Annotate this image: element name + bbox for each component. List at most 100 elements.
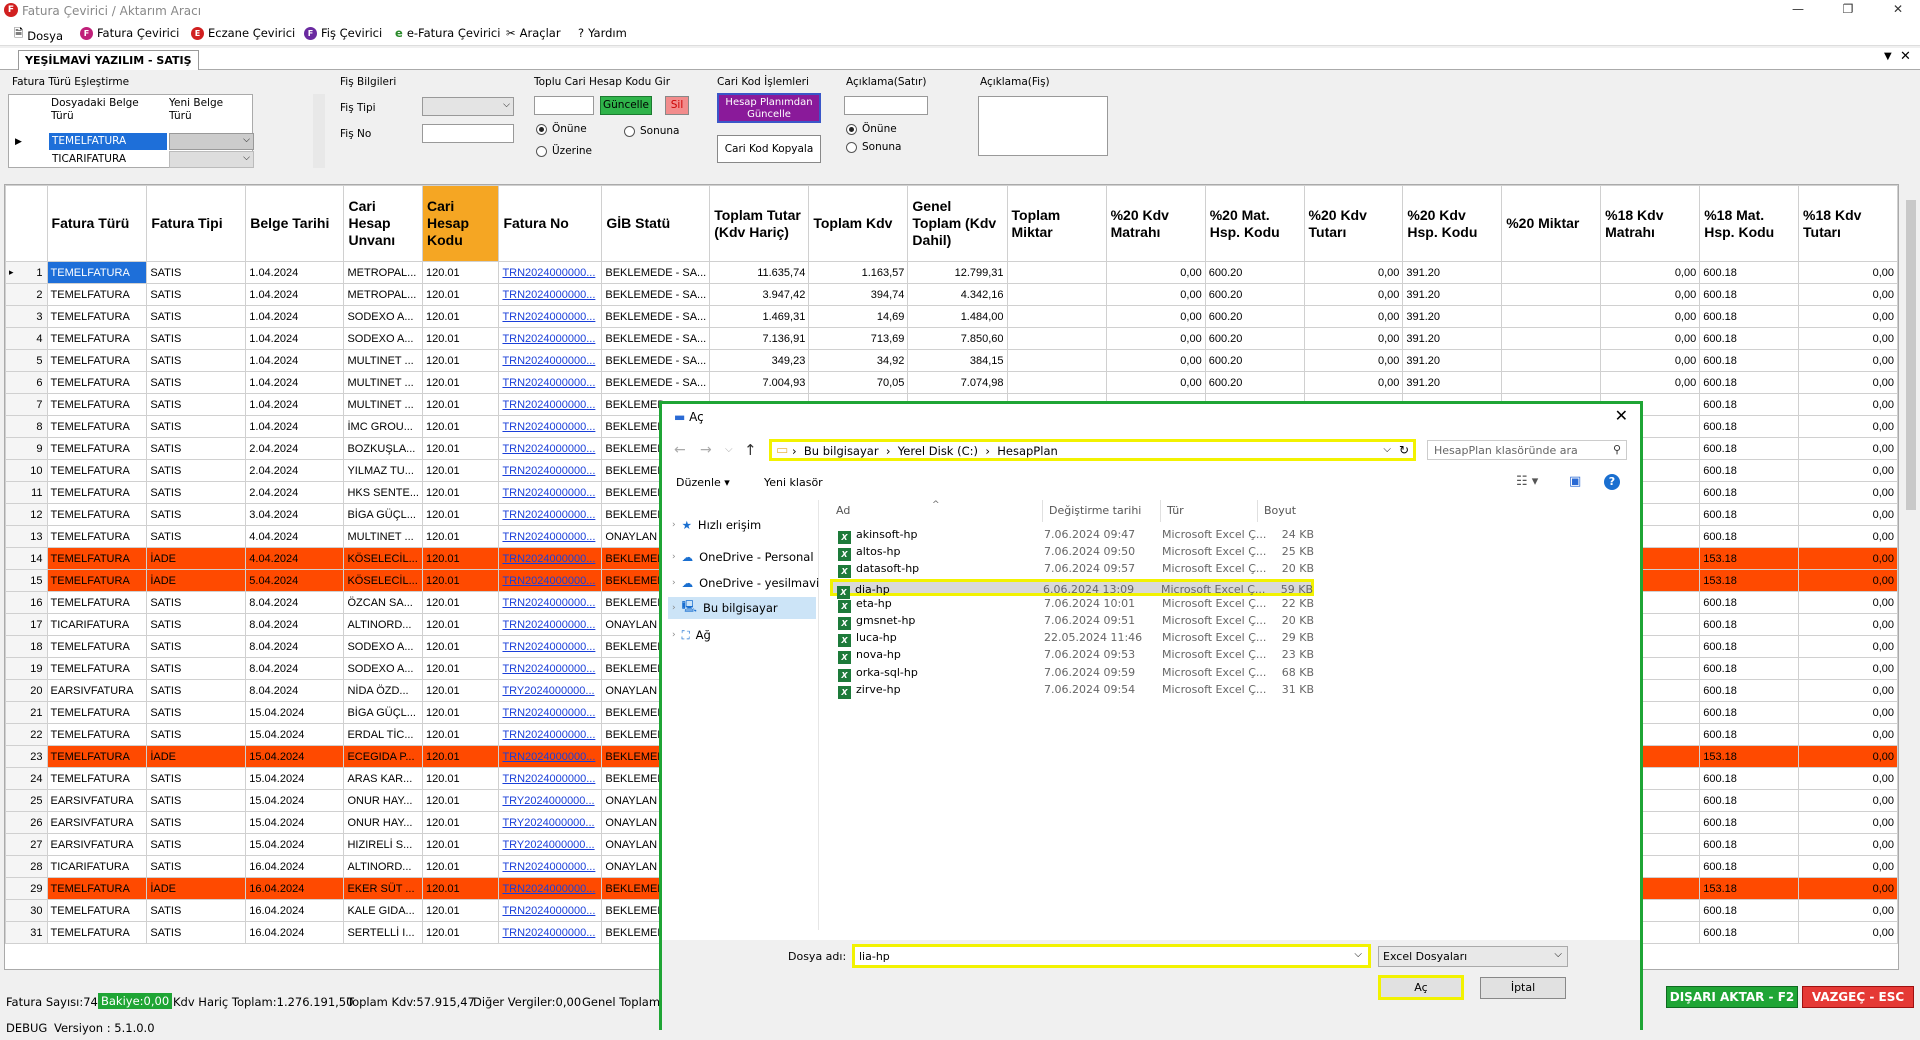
- menu-yardim[interactable]: ? Yardım: [578, 26, 627, 40]
- grid-vertical-scrollbar[interactable]: [1904, 184, 1918, 970]
- guncelle-button[interactable]: Güncelle: [600, 96, 652, 115]
- table-row[interactable]: 4 TEMELFATURA SATIS 1.04.2024 SODEXO A... 120…: [5, 327, 1898, 350]
- column-header[interactable]: Belge Tarihi: [245, 185, 345, 262]
- cari-kod-kopyala-button[interactable]: Cari Kod Kopyala: [717, 135, 821, 163]
- table-cell[interactable]: TRY2024000000...: [498, 679, 603, 702]
- scrollbar-thumb[interactable]: [1906, 200, 1916, 510]
- refresh-icon[interactable]: ↻: [1399, 443, 1409, 457]
- file-row[interactable]: Xakinsoft-hp 7.06.2024 09:47 Microsoft Exc…: [834, 527, 1314, 544]
- col-date[interactable]: Değiştirme tarihi: [1049, 504, 1141, 517]
- yeni-belge-select[interactable]: ⌵: [169, 133, 254, 150]
- hesap-planimdan-guncelle-button[interactable]: Hesap Planımdan Güncelle: [717, 93, 821, 123]
- column-header[interactable]: %20 Kdv Tutarı: [1303, 185, 1404, 262]
- table-cell[interactable]: TRN2024000000...: [498, 305, 603, 328]
- maximize-button[interactable]: ❐: [1833, 2, 1863, 20]
- nav-this-pc[interactable]: › 🖳 Bu bilgisayar: [668, 597, 816, 619]
- table-cell[interactable]: TRN2024000000...: [498, 657, 603, 680]
- forward-arrow-icon[interactable]: →: [700, 442, 712, 458]
- nav-onedrive-business[interactable]: › ☁ OneDrive - yesilmavi: [672, 572, 819, 594]
- preview-pane-icon[interactable]: ▣: [1569, 474, 1581, 489]
- filename-input[interactable]: lia-hp ⌵: [852, 944, 1371, 968]
- menu-e-fatura-cevirici[interactable]: e e-Fatura Çevirici: [395, 26, 500, 40]
- file-row[interactable]: Xnova-hp 7.06.2024 09:53 Microsoft Excel Ç…: [834, 647, 1314, 665]
- back-arrow-icon[interactable]: ←: [674, 442, 686, 458]
- table-cell[interactable]: TRN2024000000...: [498, 349, 603, 372]
- table-cell[interactable]: TRN2024000000...: [498, 921, 603, 944]
- address-dropdown-icon[interactable]: ⌵: [1383, 444, 1391, 455]
- table-cell[interactable]: TRN2024000000...: [498, 613, 603, 636]
- yeni-belge-select[interactable]: ⌵: [169, 151, 254, 168]
- nav-onedrive-personal[interactable]: › ☁ OneDrive - Personal: [672, 546, 814, 568]
- nav-quick-access[interactable]: › ★ Hızlı erişim: [672, 514, 761, 536]
- column-header[interactable]: Toplam Kdv: [808, 185, 909, 262]
- col-type[interactable]: Tür: [1167, 504, 1184, 517]
- crumb-disk[interactable]: Yerel Disk (C:): [898, 444, 978, 458]
- toplu-cari-input[interactable]: [534, 96, 594, 115]
- crumb-pc[interactable]: Bu bilgisayar: [804, 444, 879, 458]
- aciklama-sonuna-radio[interactable]: [846, 142, 857, 153]
- table-cell[interactable]: TRN2024000000...: [498, 393, 603, 416]
- aciklama-onune-radio[interactable]: [846, 124, 857, 135]
- cancel-dialog-button[interactable]: İptal: [1480, 977, 1566, 999]
- view-options-icon[interactable]: ☷ ▾: [1516, 474, 1538, 489]
- column-header[interactable]: %20 Kdv Matrahı: [1105, 185, 1206, 262]
- onune-radio[interactable]: [536, 124, 547, 135]
- up-arrow-icon[interactable]: ↑: [744, 441, 757, 459]
- recent-dropdown-icon[interactable]: ⌵: [725, 444, 733, 455]
- filename-dropdown-icon[interactable]: ⌵: [1354, 949, 1362, 960]
- file-row[interactable]: Xdia-hp 6.06.2024 13:09 Microsoft Excel Ç.…: [830, 578, 1314, 599]
- table-cell[interactable]: TRN2024000000...: [498, 283, 603, 306]
- sonuna-radio[interactable]: [624, 126, 635, 137]
- table-cell[interactable]: TRN2024000000...: [498, 371, 603, 394]
- uzerine-radio[interactable]: [536, 146, 547, 157]
- table-cell[interactable]: TRN2024000000...: [498, 701, 603, 724]
- table-cell[interactable]: TRN2024000000...: [498, 591, 603, 614]
- table-cell[interactable]: TRN2024000000...: [498, 415, 603, 438]
- fis-tipi-select[interactable]: ⌵: [422, 97, 514, 116]
- aciklama-satir-input[interactable]: [844, 96, 928, 115]
- address-bar[interactable]: ▭ › Bu bilgisayar › Yerel Disk (C:) › He…: [769, 439, 1416, 461]
- table-cell[interactable]: TRN2024000000...: [498, 569, 603, 592]
- table-row[interactable]: 5 TEMELFATURA SATIS 1.04.2024 MULTINET ... 12…: [5, 349, 1898, 372]
- table-cell[interactable]: TRY2024000000...: [498, 789, 603, 812]
- minimize-button[interactable]: —: [1783, 2, 1813, 20]
- column-header[interactable]: Fatura Tipi: [146, 185, 247, 262]
- table-cell[interactable]: TRN2024000000...: [498, 261, 603, 284]
- table-row[interactable]: 6 TEMELFATURA SATIS 1.04.2024 MULTINET ... 12…: [5, 371, 1898, 394]
- file-row[interactable]: Xgmsnet-hp 7.06.2024 09:51 Microsoft Excel…: [834, 613, 1314, 630]
- disari-aktar-button[interactable]: DIŞARI AKTAR - F2: [1666, 986, 1798, 1008]
- table-cell[interactable]: TRN2024000000...: [498, 459, 603, 482]
- fis-no-input[interactable]: [422, 124, 514, 143]
- new-folder-button[interactable]: Yeni klasör: [764, 476, 823, 489]
- table-cell[interactable]: TRN2024000000...: [498, 481, 603, 504]
- column-header[interactable]: %18 Kdv Matrahı: [1600, 185, 1701, 262]
- close-window-button[interactable]: ✕: [1883, 2, 1913, 20]
- organize-button[interactable]: Düzenle ▾: [676, 476, 730, 489]
- menu-fatura-cevirici[interactable]: F Fatura Çevirici: [80, 26, 179, 40]
- file-row[interactable]: Xorka-sql-hp 7.06.2024 09:59 Microsoft Exc…: [834, 665, 1314, 682]
- column-header[interactable]: Toplam Tutar (Kdv Hariç): [709, 185, 810, 262]
- search-box[interactable]: HesapPlan klasöründe ara ⚲: [1427, 440, 1627, 460]
- open-button[interactable]: Aç: [1378, 975, 1464, 1000]
- aciklama-fis-textarea[interactable]: [978, 96, 1108, 156]
- menu-araclar[interactable]: ✂ Araçlar: [506, 26, 561, 40]
- column-header[interactable]: %20 Mat. Hsp. Kodu: [1204, 185, 1305, 262]
- table-cell[interactable]: TRN2024000000...: [498, 503, 603, 526]
- file-row[interactable]: Xaltos-hp 7.06.2024 09:50 Microsoft Excel …: [834, 544, 1314, 562]
- table-cell[interactable]: TRN2024000000...: [498, 745, 603, 768]
- table-cell[interactable]: TRN2024000000...: [498, 547, 603, 570]
- col-size[interactable]: Boyut: [1264, 504, 1296, 517]
- crumb-folder[interactable]: HesapPlan: [997, 444, 1058, 458]
- column-header[interactable]: Genel Toplam (Kdv Dahil): [907, 185, 1008, 262]
- vazgec-button[interactable]: VAZGEÇ - ESC: [1802, 986, 1914, 1008]
- file-row[interactable]: Xeta-hp 7.06.2024 10:01 Microsoft Excel Ç.…: [834, 596, 1314, 613]
- tab-close-icon[interactable]: ✕: [1900, 49, 1911, 64]
- file-row[interactable]: Xdatasoft-hp 7.06.2024 09:57 Microsoft Exc…: [834, 561, 1314, 579]
- table-row[interactable]: 3 TEMELFATURA SATIS 1.04.2024 SODEXO A... 120…: [5, 305, 1898, 328]
- fatura-turu-scrollbar[interactable]: [313, 94, 325, 168]
- column-header[interactable]: %18 Mat. Hsp. Kodu: [1699, 185, 1800, 262]
- column-header[interactable]: GİB Statü: [601, 185, 711, 262]
- table-cell[interactable]: TRN2024000000...: [498, 877, 603, 900]
- menu-fis-cevirici[interactable]: F Fiş Çevirici: [304, 26, 382, 40]
- tab-satis[interactable]: YEŞİLMAVİ YAZILIM - SATIŞ: [18, 50, 199, 70]
